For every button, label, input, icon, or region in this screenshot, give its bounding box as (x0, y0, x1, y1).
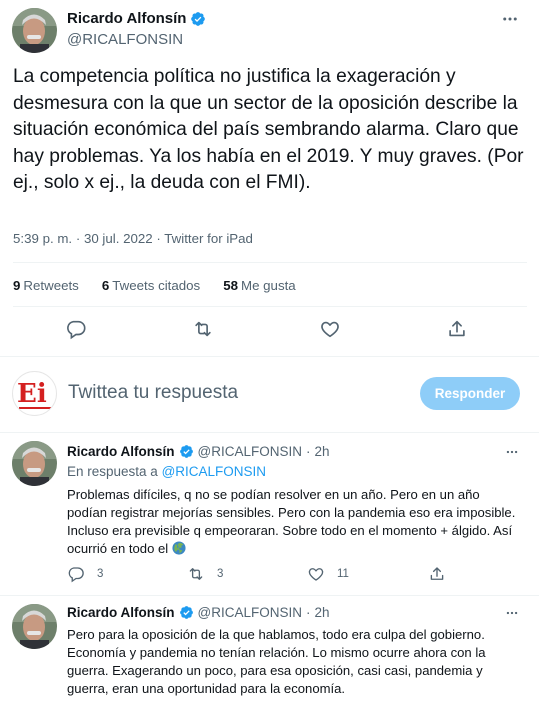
divider (13, 306, 527, 307)
tweet-actions (0, 318, 539, 344)
more-icon[interactable] (503, 445, 521, 459)
verified-badge-icon (179, 444, 194, 459)
author-handle[interactable]: @RICALFONSIN (198, 444, 302, 459)
more-icon[interactable] (503, 606, 521, 620)
share-icon[interactable] (446, 318, 468, 340)
author-handle[interactable]: @RICALFONSIN (198, 605, 302, 620)
separator-dot: · (305, 444, 311, 459)
reply-text: Pero para la oposición de la que hablamo… (67, 627, 486, 697)
reply-icon[interactable] (65, 318, 87, 340)
tweet-stats: 9 Retweets 6 Tweets citados 58 Me gusta (13, 278, 296, 293)
reply-header: Ricardo Alfonsín @RICALFONSIN · 2h (67, 605, 330, 620)
separator-dot: · (305, 605, 311, 620)
reply-composer: Ei Twittea tu respuesta Responder (0, 364, 539, 424)
author-name[interactable]: Ricardo Alfonsín (67, 10, 186, 27)
verified-badge-icon (179, 605, 194, 620)
reply-count: 3 (97, 568, 104, 580)
user-avatar-logo[interactable]: Ei (12, 371, 57, 416)
thread-reply[interactable]: Ricardo Alfonsín @RICALFONSIN · 2h Pero … (0, 596, 539, 702)
divider (0, 356, 539, 357)
author-avatar[interactable] (12, 604, 57, 649)
retweet-action[interactable]: 3 (187, 565, 223, 583)
verified-badge-icon (190, 11, 206, 27)
reply-button[interactable]: Responder (420, 377, 520, 410)
like-icon[interactable] (319, 318, 341, 340)
like-count: 11 (337, 568, 349, 580)
author-handle[interactable]: @RICALFONSIN (67, 31, 206, 48)
tweet-timestamp[interactable]: 5:39 p. m. · 30 jul. 2022 · Twitter for … (13, 231, 253, 246)
reply-time[interactable]: 2h (314, 444, 329, 459)
reply-input[interactable]: Twittea tu respuesta (68, 382, 238, 404)
author-name[interactable]: Ricardo Alfonsín (67, 444, 175, 459)
reply-icon[interactable] (67, 565, 85, 583)
author-avatar[interactable] (12, 441, 57, 486)
logo-text: Ei (17, 379, 47, 409)
more-icon[interactable] (499, 10, 521, 28)
share-action[interactable] (428, 565, 446, 583)
reply-actions: 3 3 11 (67, 565, 507, 585)
author-block[interactable]: Ricardo Alfonsín @RICALFONSIN (67, 10, 206, 48)
share-icon[interactable] (428, 565, 446, 583)
likes-stat[interactable]: 58 Me gusta (223, 278, 296, 293)
reply-action[interactable]: 3 (67, 565, 103, 583)
quotes-stat[interactable]: 6 Tweets citados (102, 278, 200, 293)
author-name[interactable]: Ricardo Alfonsín (67, 605, 175, 620)
retweets-stat[interactable]: 9 Retweets (13, 278, 79, 293)
retweet-icon[interactable] (187, 565, 205, 583)
like-icon[interactable] (307, 565, 325, 583)
reply-time[interactable]: 2h (314, 605, 329, 620)
like-action[interactable]: 11 (307, 565, 349, 583)
author-avatar[interactable] (12, 8, 57, 53)
reply-header: Ricardo Alfonsín @RICALFONSIN · 2h (67, 444, 330, 459)
thread-reply[interactable]: Ricardo Alfonsín @RICALFONSIN · 2h En re… (0, 433, 539, 596)
retweet-icon[interactable] (192, 318, 214, 340)
replying-to-link[interactable]: @RICALFONSIN (162, 464, 266, 479)
tweet-text: La competencia política no justifica la … (13, 66, 524, 193)
globe-emoji-icon (172, 541, 186, 555)
replying-to: En respuesta a @RICALFONSIN (67, 464, 267, 479)
reply-text: Problemas difíciles, q no se podían reso… (67, 487, 516, 557)
divider (13, 262, 527, 263)
retweet-count: 3 (217, 568, 224, 580)
